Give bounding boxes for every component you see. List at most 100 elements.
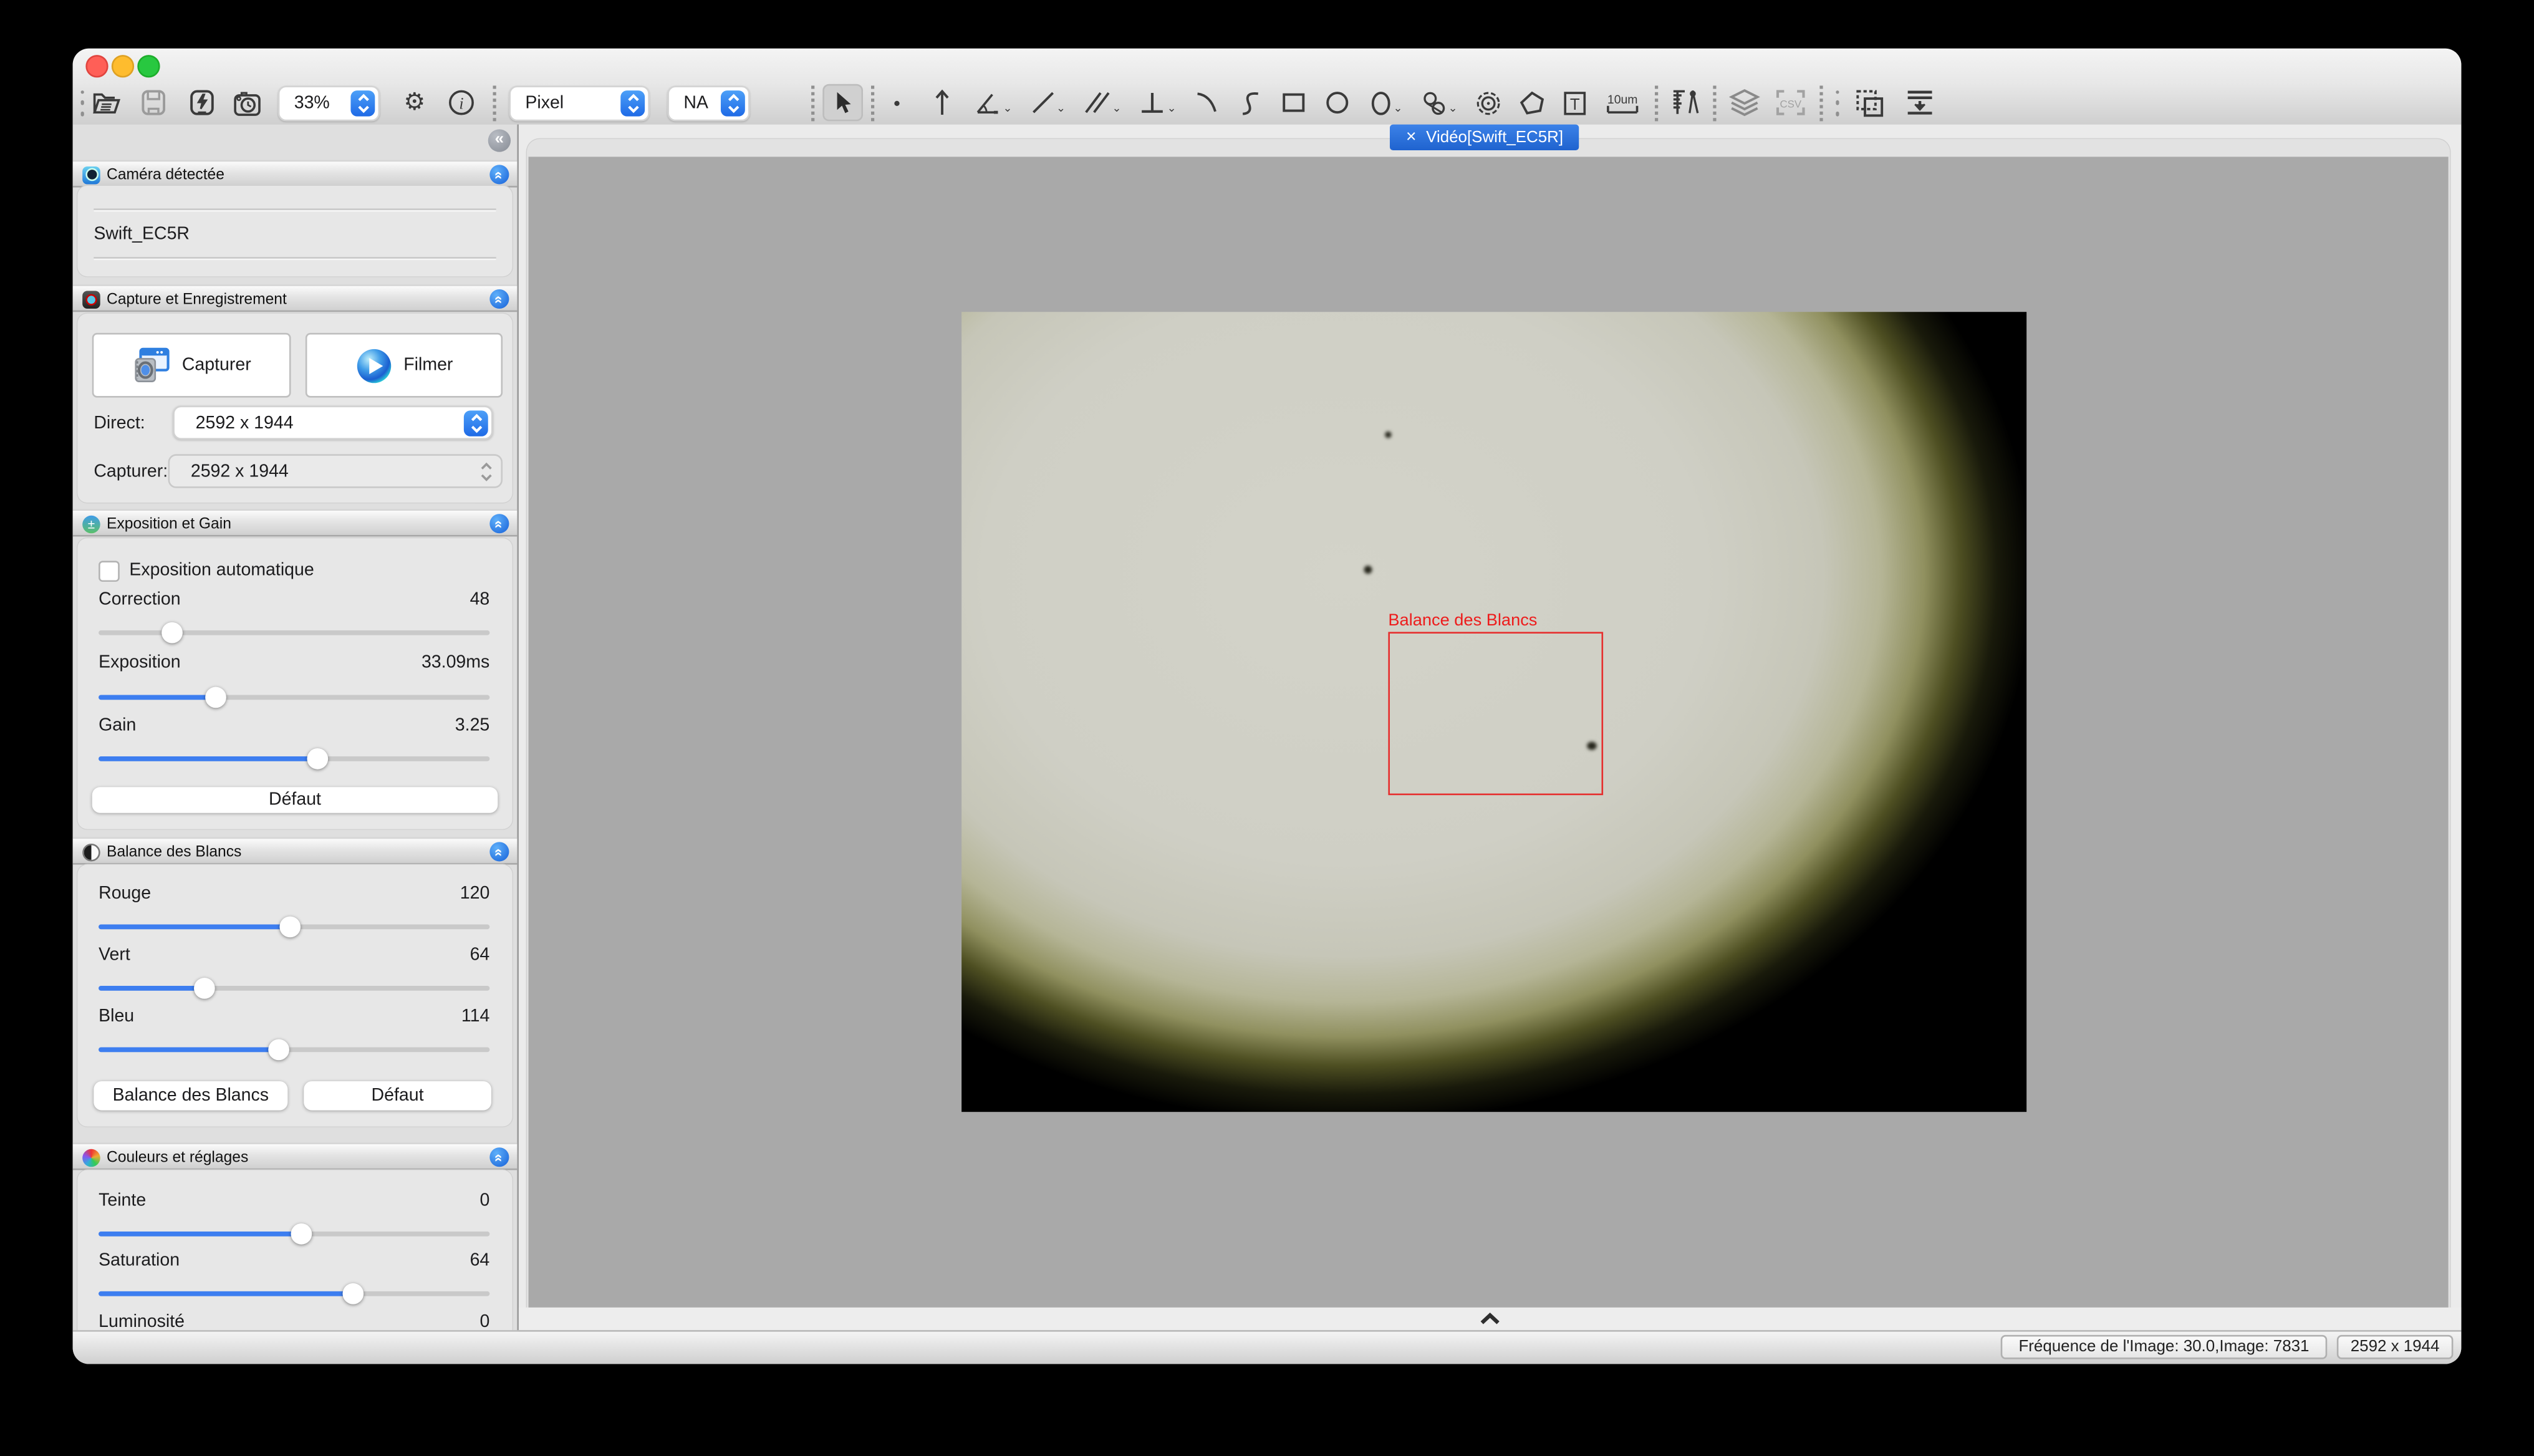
gain-value: 3.25 [455, 716, 490, 735]
cursor-tool[interactable] [822, 84, 863, 122]
arc-tool[interactable] [1191, 85, 1221, 120]
exposure-gain-icon: ± [82, 514, 100, 533]
toolbar: 33% ⚙ i Pixel NA [73, 81, 2462, 127]
open-folder-icon[interactable] [90, 85, 121, 120]
concentric-circles-tool[interactable] [1472, 85, 1503, 120]
exposure-card: Exposition automatique Correction 48 Exp… [77, 538, 512, 829]
gain-slider[interactable] [99, 746, 489, 769]
collapse-section-icon[interactable]: « [489, 514, 509, 533]
unit-select[interactable]: Pixel [509, 85, 649, 120]
section-title: Couleurs et réglages [107, 1149, 248, 1167]
minimize-window-button[interactable] [112, 55, 134, 77]
polygon-tool[interactable] [1516, 85, 1546, 120]
zoom-select[interactable]: 33% [278, 85, 380, 120]
text-frame-tool[interactable]: T [1559, 85, 1590, 120]
circle-tool[interactable] [1322, 85, 1352, 120]
section-header-white-balance[interactable]: Balance des Blancs « [73, 837, 518, 865]
live-resolution-select[interactable]: 2592 x 1944 [173, 406, 493, 440]
saturation-value: 64 [470, 1251, 490, 1270]
screen: 33% ⚙ i Pixel NA [0, 0, 2534, 1456]
svg-text:i: i [459, 94, 463, 112]
exposure-slider[interactable] [99, 685, 489, 708]
collapse-section-icon[interactable]: « [489, 842, 509, 861]
video-viewport[interactable]: Balance des Blancs [529, 157, 2449, 1309]
layers-icon[interactable] [1726, 85, 1761, 120]
annulus-tool[interactable]: ⌄ [1419, 85, 1461, 120]
na-value: NA [669, 93, 708, 112]
parallel-lines-tool[interactable]: ⌄ [1081, 85, 1125, 120]
close-window-button[interactable] [85, 55, 108, 77]
collapse-section-icon[interactable]: « [489, 165, 509, 184]
capture-resolution-value: 2592 x 1944 [191, 461, 289, 481]
csv-export-icon[interactable]: CSV [1773, 85, 1808, 120]
capture-button[interactable]: Capturer [92, 333, 291, 398]
unit-value: Pixel [511, 93, 564, 112]
timer-capture-icon[interactable] [231, 85, 262, 120]
scale-bar-tool[interactable]: 10um [1603, 85, 1642, 120]
section-header-camera[interactable]: Caméra détectée « [73, 160, 518, 188]
colors-card: Teinte 0 Saturation 64 Luminosité 0 [77, 1170, 512, 1331]
section-header-colors[interactable]: Couleurs et réglages « [73, 1142, 518, 1170]
auto-exposure-checkbox[interactable] [99, 561, 120, 582]
calipers-icon[interactable] [1668, 85, 1703, 120]
saturation-label: Saturation [99, 1251, 180, 1270]
rectangle-tool[interactable] [1278, 85, 1309, 120]
collapse-sidebar-button[interactable]: « [488, 129, 511, 152]
ellipse-tool[interactable]: ⌄ [1366, 85, 1407, 120]
status-bar: Fréquence de l'Image: 30.0,Image: 7831 2… [73, 1330, 2462, 1364]
unit-stepper[interactable] [620, 90, 645, 115]
perpendicular-tool[interactable]: ⌄ [1136, 85, 1180, 120]
hue-slider[interactable] [99, 1222, 489, 1244]
record-button[interactable]: Filmer [306, 333, 503, 398]
burst-capture-icon[interactable] [186, 85, 216, 120]
capture-card: Capturer Filmer Direct: 2592 x 1944 Capt… [77, 314, 512, 503]
zoom-window-button[interactable] [137, 55, 160, 77]
camera-card: Swift_EC5R [77, 186, 512, 276]
canvas-panel: Balance des Blancs [527, 139, 2450, 1309]
na-select[interactable]: NA [667, 85, 749, 120]
collapse-section-icon[interactable]: « [489, 289, 509, 309]
red-slider[interactable] [99, 915, 489, 937]
info-icon[interactable]: i [446, 85, 476, 120]
white-balance-roi-rect[interactable] [1388, 632, 1603, 795]
main-area: Balance des Blancs × Vidéo[Swift_EC5R] [519, 125, 2461, 1332]
green-slider[interactable] [99, 976, 489, 998]
capture-resolution-select[interactable]: 2592 x 1944 [168, 454, 503, 488]
capture-resolution-stepper[interactable] [473, 458, 498, 484]
section-title: Balance des Blancs [107, 844, 241, 862]
exposure-default-button[interactable]: Défaut [92, 787, 498, 812]
resolution-status: 2592 x 1944 [2337, 1335, 2454, 1359]
bottom-panel-handle[interactable] [519, 1308, 2461, 1332]
live-resolution-stepper[interactable] [464, 410, 488, 435]
export-icon[interactable] [1902, 85, 1938, 120]
point-tool[interactable] [881, 85, 912, 120]
auto-exposure-label: Exposition automatique [129, 561, 314, 580]
white-balance-default-button[interactable]: Défaut [304, 1081, 491, 1111]
live-resolution-label: Direct: [94, 414, 145, 433]
section-header-capture[interactable]: Capture et Enregistrement « [73, 284, 518, 312]
line-tool[interactable]: ⌄ [1026, 85, 1070, 120]
curve-tool[interactable] [1235, 85, 1265, 120]
correction-slider[interactable] [99, 620, 489, 643]
saturation-slider[interactable] [99, 1281, 489, 1304]
svg-text:CSV: CSV [1780, 98, 1801, 110]
app-window: 33% ⚙ i Pixel NA [73, 49, 2462, 1364]
tab-video[interactable]: × Vidéo[Swift_EC5R] [1390, 125, 1579, 150]
tab-close-icon[interactable]: × [1406, 128, 1417, 147]
hue-label: Teinte [99, 1191, 146, 1210]
settings-gear-icon[interactable]: ⚙ [399, 85, 430, 120]
section-header-exposure[interactable]: ± Exposition et Gain « [73, 509, 518, 536]
copy-icon[interactable] [1852, 85, 1887, 120]
angle-tool[interactable]: ⌄ [971, 85, 1015, 120]
blue-slider[interactable] [99, 1038, 489, 1060]
na-stepper[interactable] [721, 90, 745, 115]
save-icon[interactable] [137, 85, 168, 120]
collapse-section-icon[interactable]: « [489, 1147, 509, 1167]
camera-device-name[interactable]: Swift_EC5R [94, 224, 190, 244]
zoom-stepper[interactable] [350, 90, 375, 115]
white-balance-button[interactable]: Balance des Blancs [94, 1081, 287, 1111]
arrow-tool[interactable] [926, 85, 956, 120]
blue-label: Bleu [99, 1007, 134, 1026]
chevron-up-icon [1479, 1313, 1501, 1326]
luminosity-label: Luminosité [99, 1313, 185, 1332]
